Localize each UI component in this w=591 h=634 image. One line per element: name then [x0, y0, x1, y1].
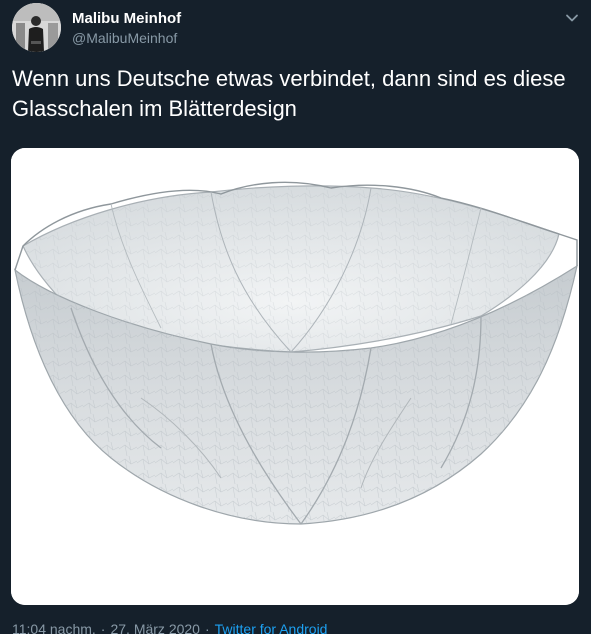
- meta-separator: ·: [204, 621, 210, 634]
- avatar-image: [12, 3, 61, 52]
- tweet-source-link[interactable]: Twitter for Android: [215, 621, 328, 634]
- user-handle[interactable]: @MalibuMeinhof: [72, 30, 177, 47]
- glass-bowl-image: [11, 148, 579, 605]
- display-name[interactable]: Malibu Meinhof: [72, 10, 181, 28]
- tweet-time[interactable]: 11:04 nachm.: [12, 621, 96, 634]
- meta-separator: ·: [100, 621, 106, 634]
- avatar[interactable]: [12, 3, 61, 52]
- tweet-media-image[interactable]: [11, 148, 579, 605]
- tweet-meta: 11:04 nachm. · 27. März 2020 · Twitter for A…: [12, 621, 327, 634]
- tweet-card: Malibu Meinhof @MalibuMeinhof Wenn uns D…: [0, 0, 591, 634]
- chevron-down-icon[interactable]: [563, 9, 581, 27]
- tweet-date[interactable]: 27. März 2020: [110, 621, 200, 634]
- tweet-text: Wenn uns Deutsche etwas verbindet, dann …: [12, 66, 566, 121]
